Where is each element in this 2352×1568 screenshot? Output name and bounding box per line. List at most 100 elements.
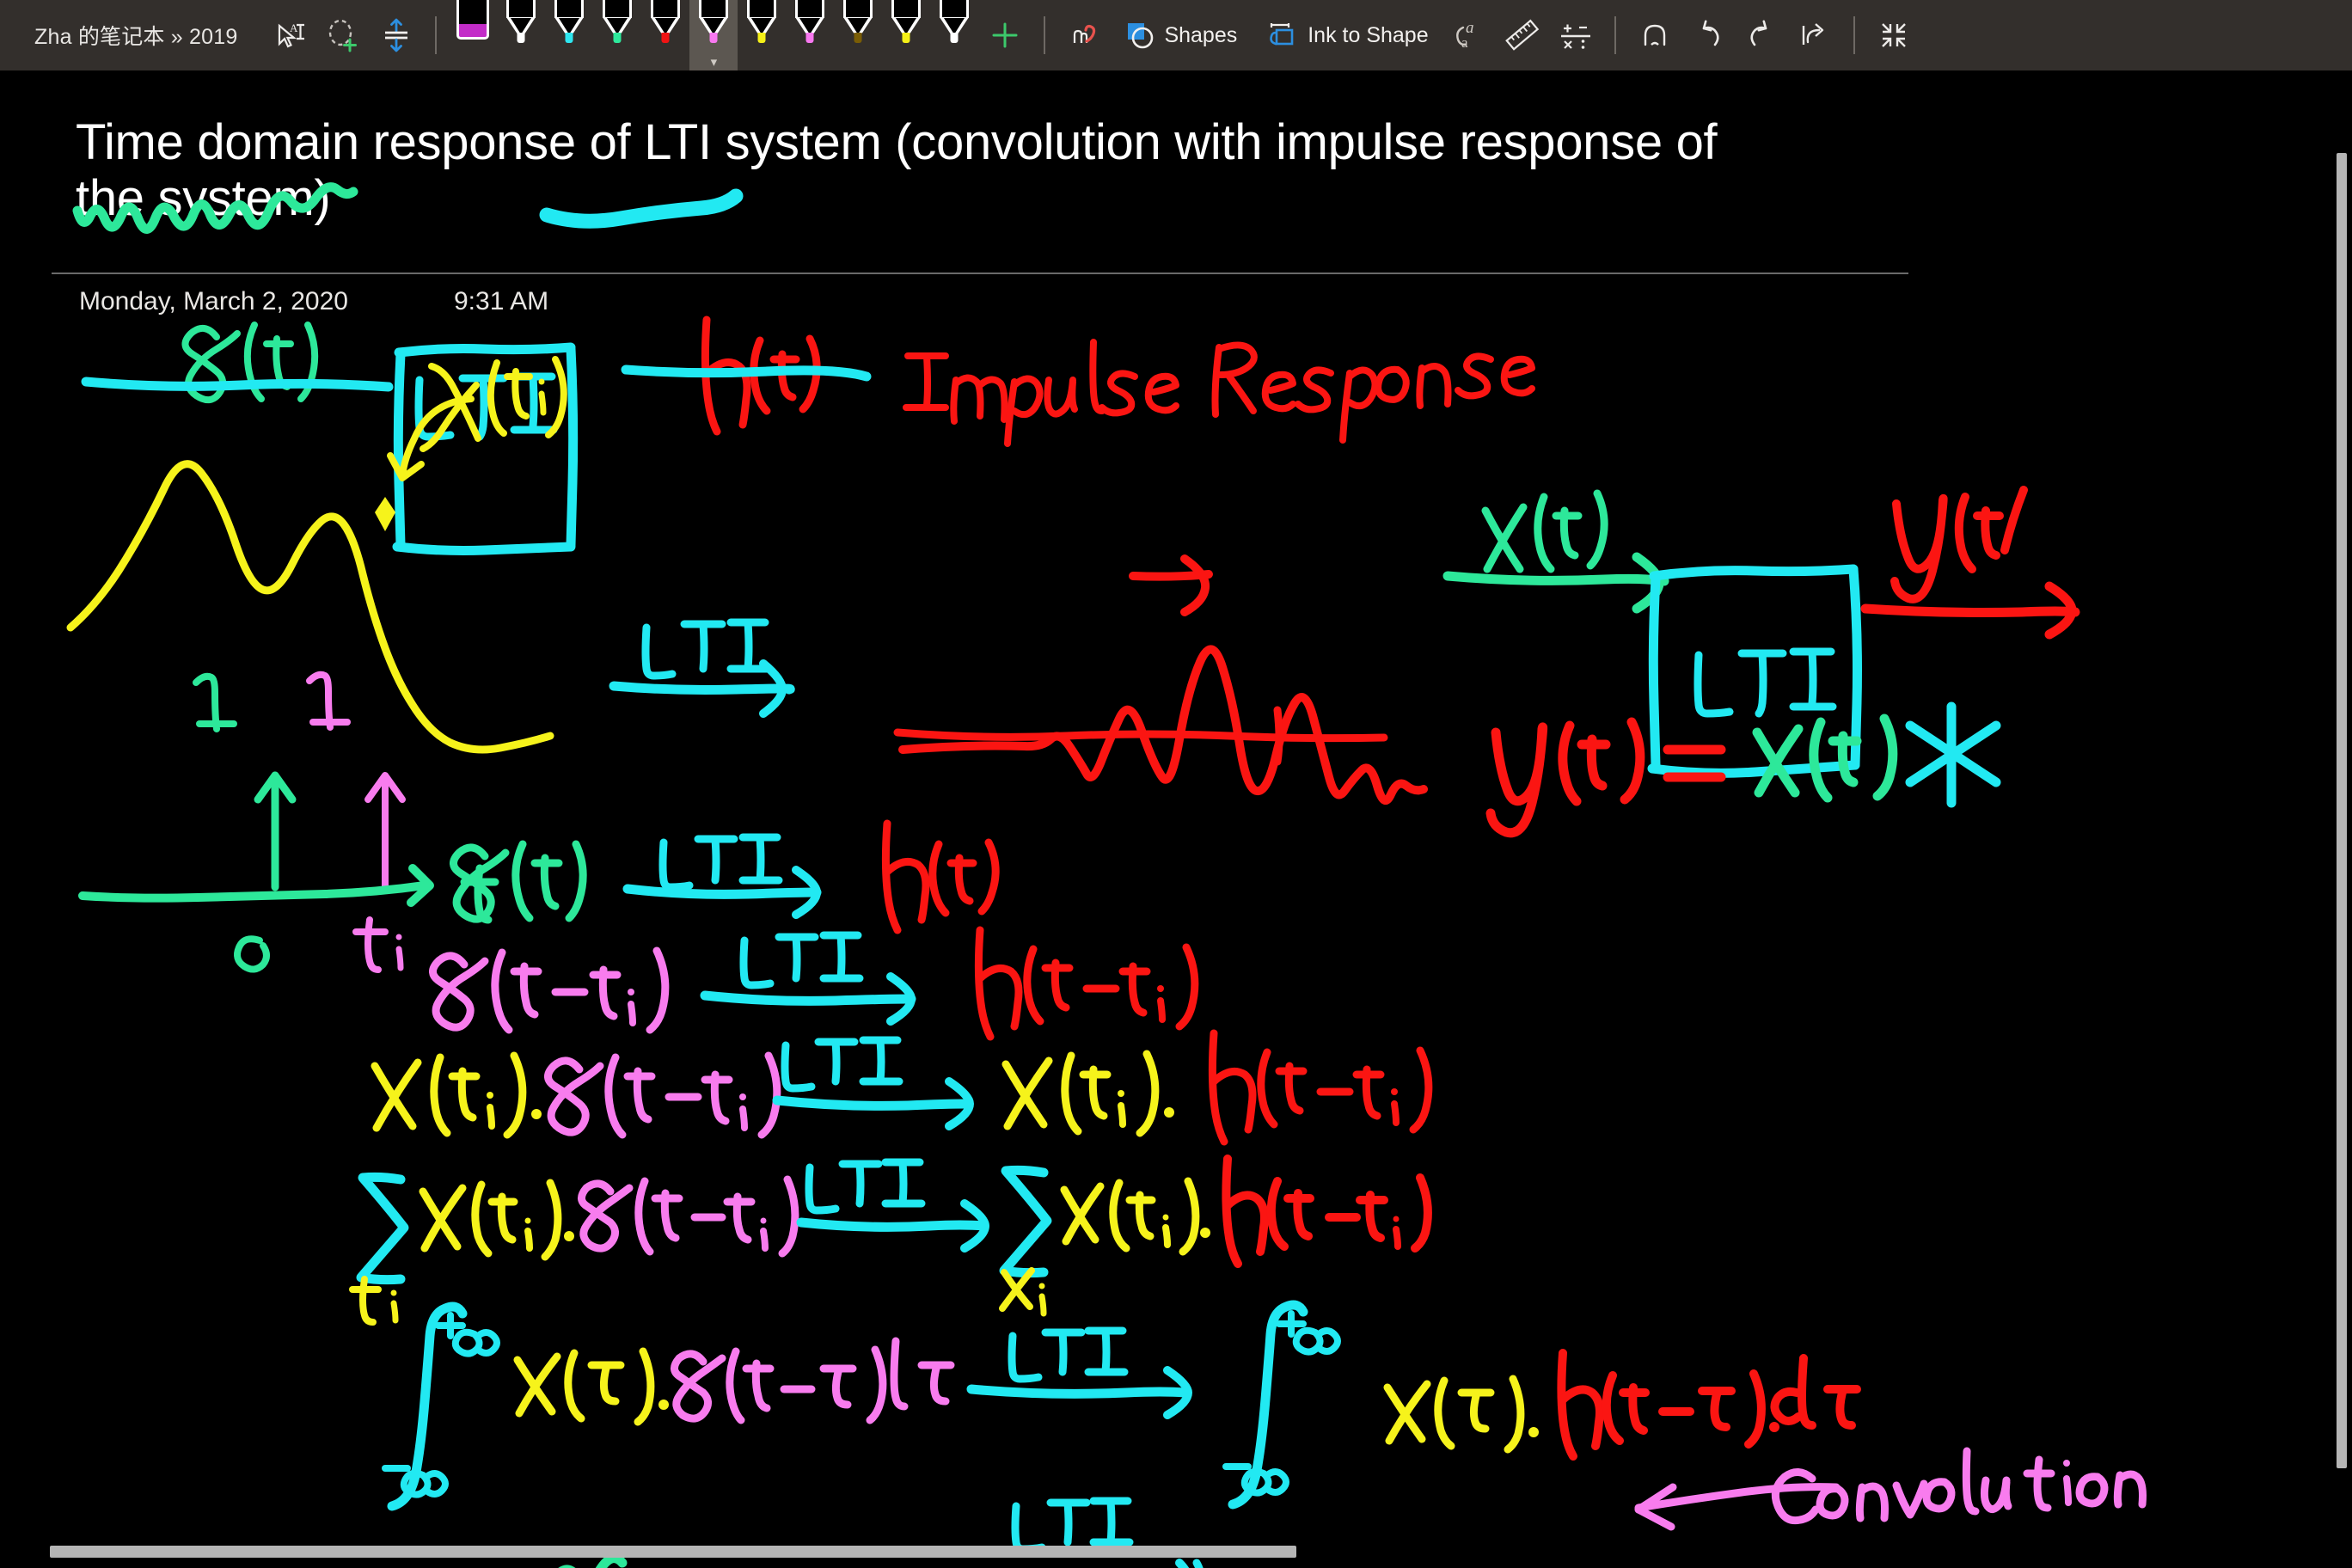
ink-to-shape-button[interactable]: Ink to Shape <box>1251 9 1442 62</box>
ink-origin-label <box>234 935 270 973</box>
svg-text:a: a <box>1461 34 1468 51</box>
pen-white-2[interactable] <box>930 0 978 70</box>
pen-green-body <box>603 0 633 43</box>
ink-lti-arrow-bottom <box>1011 1497 1190 1568</box>
ink-to-text-icon[interactable]: a a <box>1442 9 1496 62</box>
ink-ti-label <box>352 916 404 973</box>
pen-white[interactable] <box>497 0 545 70</box>
pen-cyan-shaft <box>554 0 585 18</box>
pen-olive-body <box>843 0 873 43</box>
ink-impulse-response-waveform <box>893 645 1428 805</box>
ink-replay-icon[interactable] <box>1057 9 1111 62</box>
notebook-breadcrumb[interactable]: Zha 的笔记本 » 2019 <box>12 20 263 51</box>
ink-convolution-annotation <box>1634 1447 2147 1531</box>
lasso-select-icon[interactable] <box>316 9 370 62</box>
app-window: Zha 的笔记本 » 2019 A ▾ Shapes Ink to Shape … <box>0 0 2352 1568</box>
pen-pink[interactable] <box>786 0 834 70</box>
ink-impulse-arrow-magenta <box>306 671 406 892</box>
pen-magenta-body <box>699 0 729 43</box>
ink-comma <box>1192 1559 1204 1568</box>
ink-impulse-arrow-green <box>193 672 297 891</box>
pen-yellow-2-tip <box>902 33 910 43</box>
highlighter-magenta-body <box>456 0 490 40</box>
ink-eq-row-1 <box>450 819 1000 934</box>
pen-yellow-2-body <box>891 0 922 43</box>
ink-signal-curve-yellow <box>66 460 554 754</box>
pen-white-shaft <box>506 0 536 18</box>
pen-olive[interactable] <box>834 0 882 70</box>
lasso-icon[interactable] <box>1628 9 1681 62</box>
ink-lti-box-right <box>1647 564 1862 778</box>
pen-red-tip <box>661 33 670 43</box>
pen-white-tip <box>517 33 525 43</box>
pen-red-shaft <box>651 0 681 18</box>
pen-options-chevron-down-icon[interactable]: ▾ <box>711 56 718 69</box>
pen-magenta-tip <box>709 33 718 43</box>
select-text-icon[interactable]: A <box>263 9 316 62</box>
pen-olive-tip <box>854 33 862 43</box>
pen-pink-tip <box>805 33 814 43</box>
pen-cyan[interactable] <box>545 0 593 70</box>
ink-delta-arrow-line <box>81 377 394 392</box>
pen-white-2-shaft <box>940 0 970 18</box>
pen-green-tip <box>613 33 622 43</box>
highlighter-magenta[interactable] <box>449 0 497 70</box>
pen-green[interactable] <box>593 0 641 70</box>
ink-eq-row-3 <box>371 1029 1433 1146</box>
ink-xt-input-label <box>1481 489 1608 573</box>
pen-pink-shaft <box>795 0 825 18</box>
ink-to-shape-label: Ink to Shape <box>1308 22 1429 47</box>
ruler-icon[interactable] <box>1496 9 1549 62</box>
pen-yellow-body <box>747 0 777 43</box>
pen-white-2-body <box>940 0 970 43</box>
ink-red-pointer-arrow <box>1129 554 1213 616</box>
pen-magenta-shaft <box>699 0 729 18</box>
top-toolbar: Zha 的笔记本 » 2019 A ▾ Shapes Ink to Shape … <box>0 0 2352 70</box>
ink-to-math-icon[interactable] <box>1549 9 1602 62</box>
pen-magenta[interactable]: ▾ <box>689 0 738 70</box>
ink-eq-row-4 <box>349 1155 1432 1326</box>
pen-white-body <box>506 0 536 43</box>
undo-icon[interactable] <box>1681 9 1735 62</box>
pen-green-shaft <box>603 0 633 18</box>
horizontal-scrollbar[interactable] <box>50 1546 1296 1558</box>
pen-yellow-tip <box>757 33 766 43</box>
insert-space-icon[interactable] <box>370 9 423 62</box>
pen-yellow-2[interactable] <box>882 0 930 70</box>
ink-lti-arrow-curve <box>609 618 795 718</box>
ink-yt-output-label <box>1890 486 2028 603</box>
ink-sample-marker <box>375 497 395 531</box>
highlighter-magenta-shaft <box>456 0 490 25</box>
pen-yellow[interactable] <box>738 0 786 70</box>
pen-cyan-tip <box>565 33 573 43</box>
svg-text:A: A <box>290 21 298 34</box>
ink-xt-arrow <box>1442 552 1669 614</box>
pen-red-body <box>651 0 681 43</box>
ink-eq-row-2 <box>429 926 1199 1041</box>
pen-white-2-tip <box>950 33 959 43</box>
toolbar-divider-3 <box>1614 16 1616 54</box>
collapse-ribbon-icon[interactable] <box>1867 9 1920 62</box>
ink-h-t-line <box>621 364 872 382</box>
add-pen-button[interactable] <box>978 9 1032 62</box>
pen-red[interactable] <box>641 0 689 70</box>
note-canvas[interactable]: Time domain response of LTI system (conv… <box>0 70 2352 1568</box>
toolbar-divider-2 <box>1044 16 1046 54</box>
pen-yellow-2-shaft <box>891 0 922 18</box>
shapes-label: Shapes <box>1164 22 1238 47</box>
title-underline-cyan <box>539 188 744 229</box>
redo-icon[interactable] <box>1735 9 1788 62</box>
pen-olive-shaft <box>843 0 873 18</box>
ink-eq-row-5 <box>382 1300 1861 1511</box>
share-icon[interactable] <box>1788 9 1841 62</box>
ink-underline-green-squiggle <box>558 1553 628 1568</box>
shapes-button[interactable]: Shapes <box>1111 9 1251 62</box>
ink-layer: .ic{fill:none;stroke:#22E9F2;stroke-line… <box>0 70 2352 1568</box>
toolbar-divider-4 <box>1853 16 1855 54</box>
toolbar-divider <box>435 16 438 54</box>
title-underline-green <box>72 182 358 234</box>
vertical-scrollbar[interactable] <box>2337 153 2347 1468</box>
pen-cyan-body <box>554 0 585 43</box>
ink-impulse-response-heading <box>903 339 1535 447</box>
ink-time-axis <box>78 864 499 924</box>
